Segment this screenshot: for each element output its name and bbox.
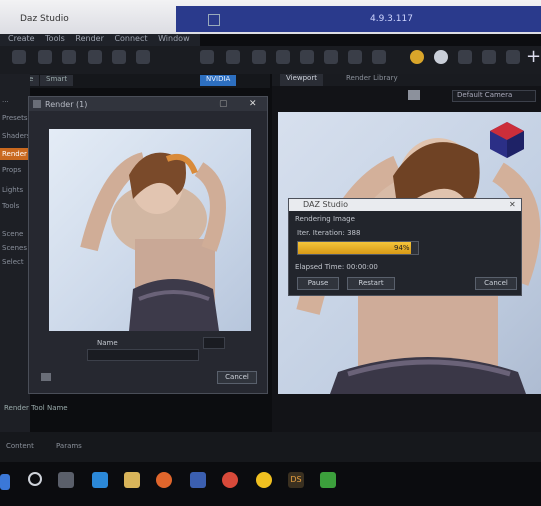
xbox-icon[interactable] [320, 472, 336, 488]
left-item-6[interactable]: Tools [2, 202, 19, 210]
refresh-icon[interactable] [136, 50, 150, 64]
pin-icon[interactable] [458, 50, 472, 64]
app-title-bar: Daz Studio 4.9.3.117 [0, 0, 541, 34]
cancel-render-button[interactable]: Cancel [475, 277, 517, 290]
restart-button[interactable]: Restart [347, 277, 395, 290]
left-item-4[interactable]: Props [2, 166, 21, 174]
rendered-image [49, 129, 251, 331]
joint-tool-icon[interactable] [324, 50, 338, 64]
rotate-view-icon[interactable] [506, 50, 520, 64]
cancel-button[interactable]: Cancel [217, 371, 257, 384]
name-dropdown[interactable] [87, 349, 199, 361]
daz-icon[interactable] [256, 472, 272, 488]
bottom-panel-bar: Content Params [0, 432, 541, 462]
close-icon[interactable]: ✕ [509, 200, 516, 209]
network-icon[interactable] [434, 50, 448, 64]
progress-bar: 94% [297, 241, 419, 255]
close-icon[interactable]: ✕ [249, 99, 257, 109]
render-window-title: Render (1) [45, 100, 88, 109]
progress-status: Rendering Image [295, 215, 355, 223]
progress-dialog-title: DAZ Studio [303, 200, 348, 209]
tab-nvidia[interactable]: NVIDIA [200, 75, 237, 86]
left-item-3[interactable]: Render [2, 150, 27, 158]
chrome-icon[interactable] [222, 472, 238, 488]
left-item-8[interactable]: Scenes [2, 244, 27, 252]
folder-icon[interactable] [124, 472, 140, 488]
render-window: Render (1) ▢ ✕ Name Cancel [28, 96, 268, 394]
camera-icon[interactable] [408, 90, 420, 100]
search-icon[interactable] [28, 472, 42, 486]
menu-window[interactable]: Window [158, 34, 190, 43]
tab-smart[interactable]: Smart [40, 75, 74, 86]
title-version: 4.9.3.117 [370, 14, 413, 24]
task-view-icon[interactable] [58, 472, 74, 488]
undo-icon[interactable] [88, 50, 102, 64]
minimize-icon[interactable] [208, 14, 220, 26]
camera-tool-icon[interactable] [348, 50, 362, 64]
progress-percent: 94% [394, 244, 410, 252]
render-icon[interactable] [410, 50, 424, 64]
smudge-icon[interactable] [482, 50, 496, 64]
add-icon[interactable]: + [526, 46, 541, 67]
redo-icon[interactable] [112, 50, 126, 64]
new-icon[interactable] [12, 50, 26, 64]
edge-icon[interactable] [92, 472, 108, 488]
ds-icon[interactable]: DS [288, 472, 304, 488]
menu-bar: Create Tools Render Connect Window [0, 34, 200, 46]
camera-dropdown[interactable]: Default Camera [452, 90, 536, 102]
image-icon[interactable] [41, 373, 51, 381]
render-window-footer: Name Cancel [37, 337, 259, 385]
tab-params[interactable]: Params [56, 442, 82, 450]
rotate-tool-icon[interactable] [252, 50, 266, 64]
tab-render-library[interactable]: Render Library [340, 74, 404, 86]
menu-tools[interactable]: Tools [45, 34, 65, 43]
left-item-0[interactable]: ... [2, 96, 9, 104]
left-item-9[interactable]: Select [2, 258, 24, 266]
left-item-2[interactable]: Shaders [2, 132, 30, 140]
left-item-5[interactable]: Lights [2, 186, 23, 194]
left-item-1[interactable]: Presets [2, 114, 27, 122]
windows-icon[interactable] [0, 474, 10, 490]
progress-dialog: DAZ Studio ✕ Rendering Image Iter. Itera… [288, 198, 522, 296]
app-title: Daz Studio [20, 14, 69, 24]
tab-content[interactable]: Content [6, 442, 34, 450]
firefox-icon[interactable] [156, 472, 172, 488]
select-tool-icon[interactable] [200, 50, 214, 64]
maximize-icon[interactable]: ▢ [219, 99, 228, 109]
title-highlight [176, 6, 541, 32]
move-tool-icon[interactable] [226, 50, 240, 64]
menu-connect[interactable]: Connect [114, 34, 147, 43]
render-window-icon [33, 100, 41, 108]
scale-tool-icon[interactable] [276, 50, 290, 64]
open-icon[interactable] [38, 50, 52, 64]
render-tool-name: Render Tool Name [4, 404, 68, 412]
left-item-7[interactable]: Scene [2, 230, 23, 238]
pause-button[interactable]: Pause [297, 277, 339, 290]
render-figure [80, 152, 226, 331]
left-panel: ... Presets Shaders Render Props Lights … [0, 74, 30, 434]
format-dropdown[interactable] [203, 337, 225, 349]
tab-viewport[interactable]: Viewport [280, 74, 323, 86]
name-label: Name [97, 339, 118, 347]
progress-iteration: Iter. Iteration: 388 [297, 229, 361, 237]
light-tool-icon[interactable] [372, 50, 386, 64]
app-icon[interactable] [190, 472, 206, 488]
camera-name: Default Camera [457, 91, 513, 99]
menu-render[interactable]: Render [75, 34, 103, 43]
view-cube-icon[interactable] [488, 120, 526, 160]
save-icon[interactable] [62, 50, 76, 64]
menu-create[interactable]: Create [8, 34, 35, 43]
node-tool-icon[interactable] [300, 50, 314, 64]
elapsed-time: Elapsed Time: 00:00:00 [295, 263, 378, 271]
